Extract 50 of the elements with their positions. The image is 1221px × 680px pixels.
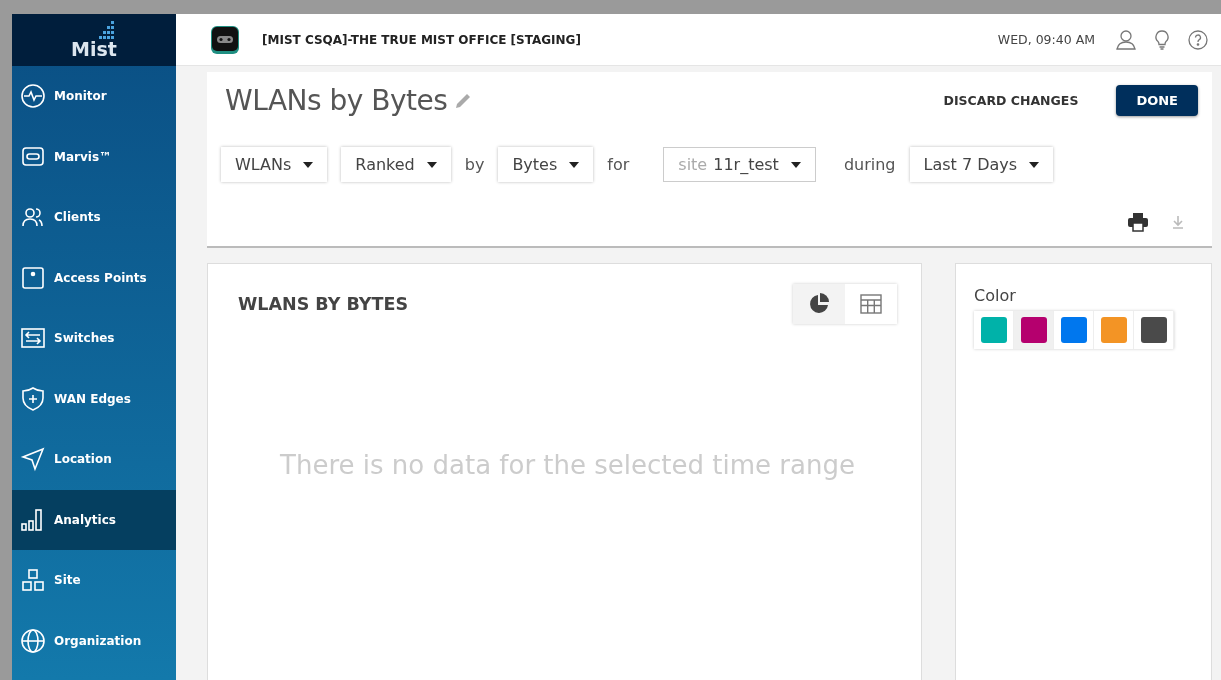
logo-text: Mist [71, 38, 117, 60]
nav-item[interactable]: WAN Edges [12, 368, 176, 429]
scope-dropdown[interactable]: site 11r_test [663, 147, 816, 182]
org-title[interactable]: [MIST CSQA]-THE TRUE MIST OFFICE [STAGING] [262, 32, 581, 47]
color-swatch[interactable] [974, 311, 1014, 349]
access-point-icon [20, 264, 46, 291]
dropdown[interactable]: WLANs [221, 147, 328, 182]
report-title: WLANs by Bytes [225, 84, 448, 117]
nav-item[interactable]: Access Points [12, 247, 176, 308]
nav-item[interactable]: Site [12, 550, 176, 611]
filter-label: during [843, 155, 896, 174]
robot-icon [210, 24, 240, 55]
nav-item[interactable]: Organization [12, 610, 176, 671]
nav-item[interactable]: Analytics [12, 489, 176, 550]
print-icon[interactable] [1127, 212, 1149, 232]
help-icon[interactable] [1187, 28, 1209, 51]
pulse-icon [20, 83, 46, 110]
site-icon [20, 567, 46, 594]
nav-item[interactable]: Marvis™ [12, 126, 176, 187]
color-swatch[interactable] [1054, 311, 1094, 349]
color-label: Color [974, 286, 1017, 305]
caret-icon [569, 161, 580, 168]
discard-changes-button[interactable]: DISCARD CHANGES [937, 92, 1085, 109]
table-view-button[interactable] [845, 284, 897, 324]
dropdown[interactable]: Bytes [498, 147, 594, 182]
color-swatch[interactable] [1014, 311, 1054, 349]
nav-item[interactable]: Location [12, 429, 176, 490]
dropdown[interactable]: Ranked [341, 147, 451, 182]
nav-item[interactable]: Switches [12, 308, 176, 369]
nav-item[interactable]: Clients [12, 187, 176, 248]
filter-label: for [607, 155, 630, 174]
globe-icon [20, 627, 46, 654]
shield-icon [20, 385, 46, 412]
caret-icon [790, 161, 801, 168]
pie-chart-view-button[interactable] [793, 284, 845, 324]
table-icon [860, 293, 882, 315]
filter-label: by [464, 155, 485, 174]
caret-icon [426, 161, 437, 168]
done-button[interactable]: DONE [1116, 85, 1198, 116]
color-swatch[interactable] [1134, 311, 1174, 349]
pie-chart-icon [808, 293, 830, 315]
nav-item[interactable]: Monitor [12, 66, 176, 127]
user-icon[interactable] [1115, 28, 1137, 51]
chart-title: WLANS BY BYTES [238, 294, 409, 314]
navigation-arrow-icon [20, 446, 46, 473]
caret-icon [1029, 161, 1040, 168]
dropdown[interactable]: Last 7 Days [909, 147, 1054, 182]
caret-icon [303, 161, 314, 168]
date-time: WED, 09:40 AM [997, 32, 1095, 47]
color-swatch[interactable] [1094, 311, 1134, 349]
